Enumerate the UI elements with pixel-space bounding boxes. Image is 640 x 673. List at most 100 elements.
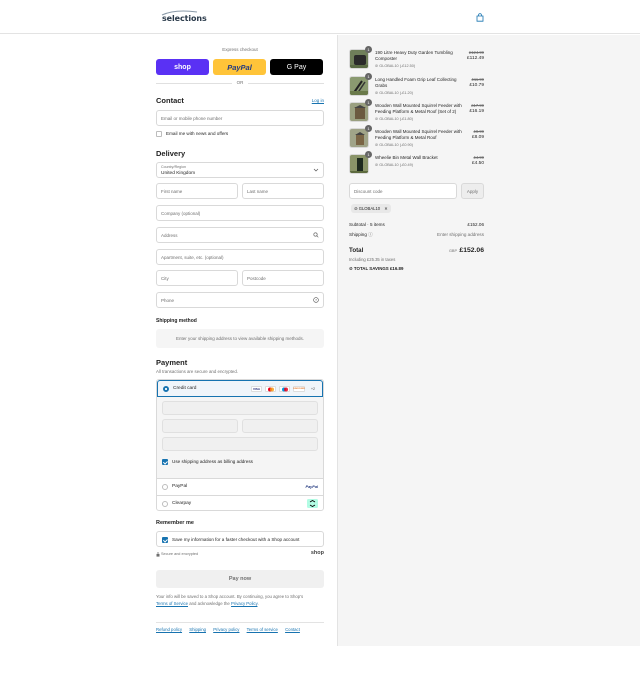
terms-of-service-link[interactable]: Terms of Service [156, 601, 188, 606]
help-circle-icon[interactable]: ? [313, 297, 319, 303]
footer-shipping-link[interactable]: Shipping [189, 627, 206, 632]
item-quantity-badge: 1 [365, 46, 372, 53]
country-label: Country/Region [161, 165, 186, 169]
credit-card-option[interactable]: Credit card VISA DISCOVER +2 [157, 380, 323, 397]
item-price: £4.50 [471, 161, 484, 166]
payment-heading: Payment [156, 358, 188, 367]
item-name: Wooden Wall Mounted Squirrel Feeder with… [375, 103, 462, 114]
search-icon [313, 232, 319, 238]
item-discount: ⊘ GLOBAL10 (-£1.20) [375, 91, 414, 95]
login-link[interactable]: Log in [312, 98, 324, 103]
item-quantity-badge: 1 [365, 99, 372, 106]
remember-heading: Remember me [156, 520, 194, 526]
svg-text:?: ? [315, 298, 317, 302]
remember-label: Save my information for a faster checkou… [172, 537, 300, 542]
item-original-price: £4.99 [473, 155, 484, 160]
paypal-button[interactable]: PayPal [213, 59, 266, 75]
credit-card-form: Use shipping address as billing address [157, 397, 323, 479]
first-name-field[interactable]: First name [156, 183, 238, 199]
postcode-placeholder: Postcode [247, 276, 266, 281]
company-field[interactable]: Company (optional) [156, 205, 324, 221]
currency-code: GBP [448, 249, 457, 253]
remember-me-option[interactable]: Save my information for a faster checkou… [156, 531, 324, 547]
pay-now-button[interactable]: Pay now [156, 570, 324, 588]
total-savings: ⊘ TOTAL SAVINGS £16.89 [349, 266, 403, 272]
paypal-radio[interactable] [162, 484, 168, 490]
clearpay-radio[interactable] [162, 501, 168, 507]
item-original-price: £17.99 [471, 103, 484, 108]
discount-code-placeholder: Discount code [354, 189, 383, 194]
footer-privacy-link[interactable]: Privacy policy [213, 627, 239, 632]
shop-pay-button[interactable]: shop [156, 59, 209, 75]
paypal-option[interactable]: PayPal PayPal [157, 479, 323, 496]
discover-icon: DISCOVER [293, 386, 305, 392]
legal-text-1: Your info will be saved to a Shop accoun… [156, 594, 304, 599]
card-expiry-field[interactable] [162, 419, 238, 433]
billing-checkbox[interactable] [162, 459, 168, 465]
discount-code-field[interactable]: Discount code [349, 183, 457, 199]
address-field[interactable]: Address [156, 227, 324, 243]
apply-discount-button[interactable]: Apply [461, 183, 484, 199]
order-item: 1 Wooden Wall Mounted Squirrel Feeder wi… [349, 99, 484, 126]
payment-subtitle: All transactions are secure and encrypte… [156, 369, 239, 374]
clearpay-label: Clearpay [172, 501, 192, 506]
bag-icon[interactable] [476, 13, 484, 22]
payment-options: Credit card VISA DISCOVER +2 Use shippin… [156, 379, 324, 511]
email-field[interactable]: Email or mobile phone number [156, 110, 324, 126]
card-cvc-field[interactable] [242, 419, 318, 433]
order-summary-background [337, 35, 640, 646]
last-name-field[interactable]: Last name [242, 183, 324, 199]
remember-checkbox[interactable] [162, 536, 168, 543]
card-name-field[interactable] [162, 437, 318, 451]
credit-card-radio[interactable] [163, 386, 169, 392]
city-field[interactable]: City [156, 270, 238, 286]
tag-icon: ⊘ [375, 143, 379, 147]
tag-icon: ⊘ [375, 91, 379, 95]
last-name-placeholder: Last name [247, 189, 269, 194]
maestro-icon [279, 386, 290, 392]
company-placeholder: Company (optional) [161, 211, 201, 216]
tag-icon: ⊘ [349, 266, 353, 271]
chevron-down-icon [313, 168, 319, 172]
footer-contact-link[interactable]: Contact [285, 627, 300, 632]
order-item: 1 Wooden Wall Mounted Squirrel Feeder wi… [349, 125, 484, 152]
clearpay-option[interactable]: Clearpay [157, 496, 323, 510]
privacy-policy-link[interactable]: Privacy Policy [231, 601, 257, 606]
tag-icon: ⊘ [375, 163, 379, 167]
footer-links: Refund policy Shipping Privacy policy Te… [156, 627, 306, 632]
total-value: £152.06 [459, 247, 484, 254]
store-logo[interactable]: selections [161, 10, 207, 26]
card-number-field[interactable] [162, 401, 318, 415]
item-name: Wooden Wall Mounted Squirrel Feeder with… [375, 129, 462, 140]
shipping-value: Enter shipping address [437, 232, 484, 237]
remove-discount-icon[interactable]: ✕ [384, 206, 388, 211]
help-circle-icon[interactable]: ⓘ [368, 232, 373, 237]
first-name-placeholder: First name [161, 189, 183, 194]
logo-text: selections [162, 14, 207, 23]
phone-field[interactable]: Phone ? [156, 292, 324, 308]
item-quantity-badge: 1 [365, 125, 372, 132]
item-discount: ⊘ GLOBAL10 (-£0.49) [375, 163, 414, 167]
news-label: Email me with news and offers [166, 131, 229, 136]
tag-icon: ⊘ [375, 64, 379, 68]
item-price: £10.79 [469, 83, 484, 88]
postcode-field[interactable]: Postcode [242, 270, 324, 286]
phone-placeholder: Phone [161, 298, 175, 303]
item-name: Wheelie Bin Metal Wall Bracket [375, 155, 438, 160]
country-value: United Kingdom [161, 170, 196, 176]
footer-terms-link[interactable]: Terms of service [247, 627, 278, 632]
footer-divider [156, 622, 324, 623]
subtotal-value: £152.06 [467, 222, 484, 227]
country-select[interactable]: Country/Region United Kingdom [156, 162, 324, 178]
footer-refund-link[interactable]: Refund policy [156, 627, 182, 632]
item-quantity-badge: 1 [365, 73, 372, 80]
clearpay-icon [307, 499, 318, 508]
google-pay-button[interactable]: G Pay [270, 59, 323, 75]
billing-label: Use shipping address as billing address [172, 459, 253, 464]
item-discount: ⊘ GLOBAL10 (-£1.80) [375, 117, 414, 121]
news-checkbox[interactable] [156, 131, 162, 137]
address-placeholder: Address [161, 233, 178, 238]
item-original-price: £124.99 [468, 50, 484, 55]
apartment-field[interactable]: Apartment, suite, etc. (optional) [156, 249, 324, 265]
savings-label: TOTAL SAVINGS [353, 266, 389, 271]
